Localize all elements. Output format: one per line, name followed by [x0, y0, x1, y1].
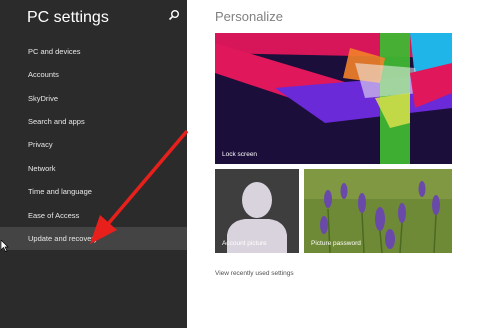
sidebar-item-skydrive[interactable]: SkyDrive — [0, 87, 187, 110]
account-picture-label: Account picture — [222, 240, 267, 247]
sidebar-item-label: Update and recovery — [28, 234, 98, 243]
sidebar-item-label: Ease of Access — [28, 211, 80, 220]
sidebar-item-privacy[interactable]: Privacy — [0, 133, 187, 156]
sidebar-item-label: Accounts — [28, 70, 59, 79]
sidebar-item-label: PC and devices — [28, 47, 81, 56]
sidebar: PC settings PC and devices Accounts SkyD… — [0, 0, 187, 328]
search-icon[interactable] — [168, 9, 180, 21]
lock-screen-image — [215, 33, 452, 164]
sidebar-item-network[interactable]: Network — [0, 157, 187, 180]
sidebar-item-label: Privacy — [28, 140, 53, 149]
sidebar-item-time-and-language[interactable]: Time and language — [0, 180, 187, 203]
view-recent-settings-link[interactable]: View recently used settings — [215, 270, 294, 277]
sidebar-item-label: SkyDrive — [28, 94, 59, 103]
sidebar-item-label: Search and apps — [28, 117, 85, 126]
mouse-cursor-icon — [1, 240, 9, 252]
sidebar-item-ease-of-access[interactable]: Ease of Access — [0, 204, 187, 227]
sidebar-item-pc-and-devices[interactable]: PC and devices — [0, 40, 187, 63]
sidebar-item-update-and-recovery[interactable]: Update and recovery — [0, 227, 187, 250]
sidebar-item-search-and-apps[interactable]: Search and apps — [0, 110, 187, 133]
page-title: Personalize — [215, 9, 283, 24]
picture-password-tile[interactable]: Picture password — [304, 169, 452, 253]
lock-screen-label: Lock screen — [222, 151, 258, 158]
sidebar-item-accounts[interactable]: Accounts — [0, 63, 187, 86]
sidebar-item-label: Time and language — [28, 187, 92, 196]
sidebar-item-label: Network — [28, 164, 56, 173]
account-picture-tile[interactable]: Account picture — [215, 169, 299, 253]
sidebar-title: PC settings — [27, 9, 109, 26]
lock-screen-tile[interactable]: Lock screen — [215, 33, 452, 164]
picture-password-label: Picture password — [311, 240, 361, 247]
